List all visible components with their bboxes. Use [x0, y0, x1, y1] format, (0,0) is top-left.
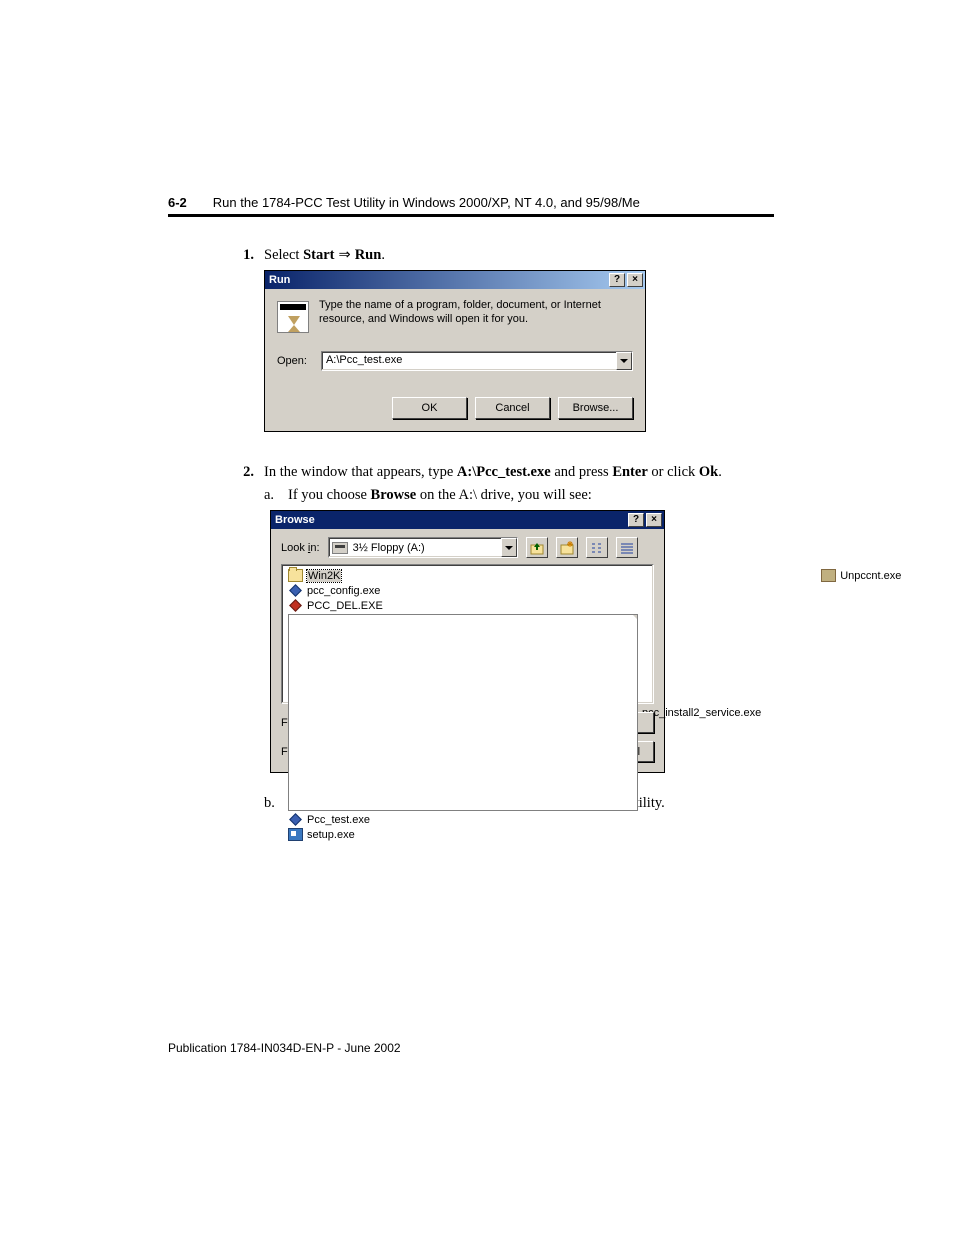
look-in-value: 3½ Floppy (A:) [353, 542, 425, 554]
page-number: 6-2 [168, 195, 187, 210]
ok-button[interactable]: OK [392, 397, 467, 419]
file-item-label: setup.exe [307, 829, 355, 841]
browse-dialog: Browse ? × Look in: [270, 510, 665, 773]
close-icon[interactable]: × [646, 513, 662, 527]
file-list[interactable]: Win2Kpcc_config.exePCC_DEL.EXEpcc_instal… [281, 564, 654, 704]
file-item-label: Pcc_test.exe [307, 814, 370, 826]
diam-icon [289, 813, 302, 826]
page-icon [288, 614, 638, 811]
cancel-button[interactable]: Cancel [475, 397, 550, 419]
details-view-icon[interactable] [616, 537, 638, 558]
file-item-label: pcc_config.exe [307, 585, 380, 597]
folder-icon [288, 569, 303, 582]
run-titlebar[interactable]: Run ? × [265, 271, 645, 289]
publication-footer: Publication 1784-IN034D-EN-P - June 2002 [168, 1041, 401, 1055]
list-view-icon[interactable] [586, 537, 608, 558]
file-item[interactable]: PCC_DEL.EXE [288, 599, 761, 612]
open-combobox[interactable]: A:\Pcc_test.exe [321, 351, 633, 371]
run-dialog: Run ? × Type the name of a program, fold… [264, 270, 646, 432]
step-2-number: 2. [238, 464, 254, 812]
chevron-down-icon[interactable] [501, 538, 517, 557]
file-item[interactable]: pcc_config.exe [288, 584, 761, 597]
step-2a-text: If you choose Browse on the A:\ drive, y… [288, 487, 774, 504]
open-label: Open: [277, 355, 307, 367]
browse-titlebar[interactable]: Browse ? × [271, 511, 664, 529]
setup-icon [288, 828, 303, 841]
run-title: Run [269, 274, 290, 286]
file-item-label: pcc_install2_service.exe [642, 707, 761, 719]
step-1-number: 1. [238, 247, 254, 432]
floppy-drive-icon [332, 542, 348, 554]
step-1-text: Select Start ⇒ Run. [264, 247, 774, 264]
file-item[interactable]: setup.exe [288, 828, 761, 841]
file-item-label: PCC_DEL.EXE [307, 600, 383, 612]
look-in-combobox[interactable]: 3½ Floppy (A:) [328, 537, 518, 558]
file-item-label: Unpccnt.exe [840, 570, 901, 582]
run-program-icon [277, 301, 309, 333]
new-folder-icon[interactable] [556, 537, 578, 558]
browse-title: Browse [275, 514, 315, 526]
help-icon[interactable]: ? [609, 273, 625, 287]
run-description: Type the name of a program, folder, docu… [319, 299, 633, 327]
box-icon [821, 569, 836, 582]
chevron-down-icon[interactable] [616, 352, 632, 370]
look-in-label: Look in: [281, 542, 320, 554]
diam-icon [289, 599, 302, 612]
close-icon[interactable]: × [627, 273, 643, 287]
diam-icon [289, 584, 302, 597]
up-one-level-icon[interactable] [526, 537, 548, 558]
running-head-title: Run the 1784-PCC Test Utility in Windows… [213, 195, 640, 210]
file-item[interactable]: Win2K [288, 569, 761, 582]
step-2b-letter: b. [264, 795, 278, 812]
file-item[interactable]: Pcc_test.exe [288, 813, 761, 826]
file-item[interactable]: pcc_install2_service.exe [288, 614, 761, 811]
browse-button[interactable]: Browse... [558, 397, 633, 419]
help-icon[interactable]: ? [628, 513, 644, 527]
file-item[interactable]: Unpccnt.exe [821, 569, 901, 582]
file-item-label: Win2K [307, 570, 341, 582]
open-value[interactable]: A:\Pcc_test.exe [322, 352, 616, 370]
header-rule [168, 214, 774, 217]
step-2-text: In the window that appears, type A:\Pcc_… [264, 464, 774, 481]
